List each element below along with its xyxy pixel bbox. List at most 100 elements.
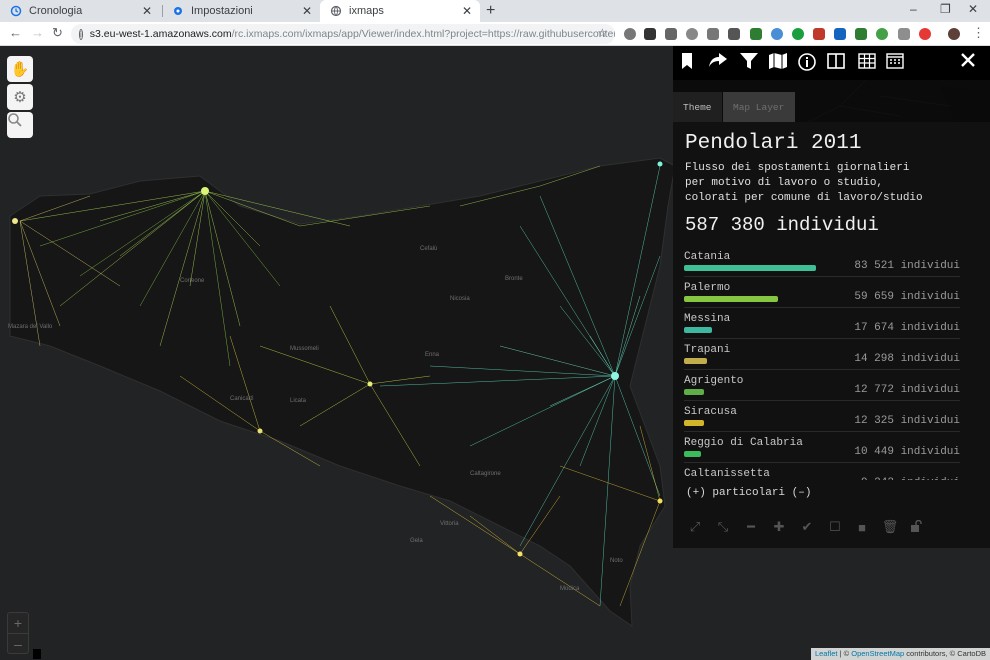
table-icon[interactable] — [858, 53, 878, 73]
hub-trapani — [12, 218, 18, 224]
menu-dots-icon[interactable]: ⋮ — [972, 25, 985, 41]
hub-caltanissetta — [367, 381, 373, 387]
pan-hand-button[interactable]: ✋ — [7, 56, 33, 82]
legend-item-value: 59 659 individui — [854, 291, 960, 303]
reload-icon[interactable]: ↻ — [52, 25, 63, 41]
settings-gear-button[interactable]: ⚙ — [7, 84, 33, 110]
zoom-out-button[interactable]: – — [8, 633, 28, 653]
zoom-in-button[interactable]: + — [8, 613, 28, 633]
hub-catania — [611, 372, 619, 380]
close-window-button[interactable]: ✕ — [968, 2, 978, 16]
extension-icon[interactable] — [686, 28, 698, 40]
extension-icon[interactable] — [813, 28, 825, 40]
filter-icon[interactable] — [740, 53, 760, 73]
legend-item-bar — [684, 420, 704, 426]
legend-item-bar — [684, 389, 704, 395]
map-label: Canicattì — [230, 396, 254, 402]
legend-item[interactable]: Catania 83 521 individui — [684, 246, 960, 277]
extension-icon[interactable] — [624, 28, 636, 40]
map-label: Vittoria — [440, 521, 459, 527]
bookmark-star-icon[interactable]: ☆ — [597, 26, 608, 40]
extension-icon[interactable] — [919, 28, 931, 40]
legend-item-value: 12 772 individui — [854, 384, 960, 396]
history-icon — [10, 5, 22, 17]
extension-icon[interactable] — [750, 28, 762, 40]
hub-agrigento — [257, 428, 263, 434]
legend-item[interactable]: Palermo 59 659 individui — [684, 277, 960, 308]
extension-icon[interactable] — [792, 28, 804, 40]
legend-item-value: 17 674 individui — [854, 322, 960, 334]
panel-bottom-tools: ⤢ ⤡ ━ ✚ ✔ ☐ ■ 🗑 — [673, 514, 990, 542]
legend-item[interactable]: Reggio di Calabria 10 449 individui — [684, 432, 960, 463]
bookmark-icon[interactable] — [681, 53, 701, 73]
legend-item[interactable]: Caltanissetta 9 242 individui — [684, 463, 960, 480]
collapse-icon[interactable]: ⤡ — [716, 519, 730, 534]
legend-item-bar — [684, 265, 816, 271]
map-label: Gela — [410, 538, 423, 544]
extension-icon[interactable] — [855, 28, 867, 40]
info-circle-icon[interactable] — [798, 53, 818, 73]
close-icon[interactable] — [961, 53, 981, 73]
calendar-icon[interactable] — [886, 53, 906, 73]
map-icon[interactable] — [769, 53, 789, 73]
extension-icon[interactable] — [876, 28, 888, 40]
restore-button[interactable]: ❐ — [940, 2, 951, 16]
tab-cronologia[interactable]: Cronologia ✕ — [0, 0, 160, 22]
url-bar[interactable]: i s3.eu-west-1.amazonaws.com/rc.ixmaps.c… — [71, 24, 615, 44]
map-label: Nicosia — [450, 296, 470, 302]
legend-item-name: Palermo — [684, 282, 731, 294]
search-icon — [8, 113, 22, 127]
hub-messina — [657, 161, 663, 167]
unlock-icon[interactable] — [910, 520, 924, 534]
plus-icon[interactable]: ✚ — [772, 519, 786, 534]
map-canvas[interactable]: Corleone Mazara del Vallo Licata Enna Ni… — [0, 46, 990, 660]
expand-icon[interactable]: ⤢ — [688, 519, 702, 534]
extension-icon[interactable] — [665, 28, 677, 40]
close-tab-icon[interactable]: ✕ — [142, 4, 152, 18]
share-arrow-icon[interactable] — [709, 53, 729, 73]
leaflet-link[interactable]: Leaflet — [815, 649, 838, 658]
legend-item[interactable]: Messina 17 674 individui — [684, 308, 960, 339]
hub-siracusa — [657, 498, 663, 504]
forward-arrow-icon[interactable]: → — [31, 25, 44, 40]
close-tab-icon[interactable]: ✕ — [462, 4, 472, 18]
extension-icon[interactable] — [898, 28, 910, 40]
tab-theme[interactable]: Theme — [673, 92, 722, 122]
camera-icon[interactable] — [707, 28, 719, 40]
split-view-icon[interactable] — [827, 53, 847, 73]
avatar[interactable] — [948, 28, 960, 40]
extension-icon[interactable] — [644, 28, 656, 40]
new-tab-button[interactable]: + — [486, 2, 495, 20]
map-attribution: Leaflet | © OpenStreetMap contributors, … — [810, 648, 990, 660]
info-icon[interactable]: i — [79, 28, 83, 40]
search-button[interactable] — [7, 112, 33, 138]
osm-link[interactable]: OpenStreetMap — [851, 649, 904, 658]
globe-icon — [330, 5, 342, 17]
legend-item-value: 14 298 individui — [854, 353, 960, 365]
tab-ixmaps[interactable]: ixmaps ✕ — [320, 0, 480, 22]
gear-icon — [172, 5, 184, 17]
minimize-button[interactable]: – — [910, 2, 917, 16]
legend-item-value: 9 242 individui — [861, 477, 960, 480]
theme-description: Flusso dei spostamenti giornalieri per m… — [685, 162, 923, 204]
legend-item-name: Trapani — [684, 344, 731, 356]
trash-icon[interactable]: 🗑 — [882, 519, 899, 534]
url-host: s3.eu-west-1.amazonaws.com — [89, 28, 232, 40]
close-tab-icon[interactable]: ✕ — [302, 4, 312, 18]
square-outline-icon[interactable]: ☐ — [828, 519, 842, 534]
tab-impostazioni[interactable]: Impostazioni ✕ — [162, 0, 320, 22]
theme-title: Pendolari 2011 — [685, 132, 862, 155]
tab-map-layer[interactable]: Map Layer — [723, 92, 795, 122]
legend-item[interactable]: Trapani 14 298 individui — [684, 339, 960, 370]
back-arrow-icon[interactable]: ← — [9, 25, 22, 40]
extension-icon[interactable] — [771, 28, 783, 40]
square-filled-icon[interactable]: ■ — [855, 520, 869, 535]
code-icon[interactable] — [728, 28, 740, 40]
details-toggle[interactable]: (+) particolari (–) — [686, 487, 811, 499]
legend-item[interactable]: Siracusa 12 325 individui — [684, 401, 960, 432]
legend-item[interactable]: Agrigento 12 772 individui — [684, 370, 960, 401]
panel-toolbar — [673, 46, 990, 80]
extension-icon[interactable] — [834, 28, 846, 40]
minus-icon[interactable]: ━ — [744, 519, 758, 534]
spellcheck-icon[interactable]: ✔ — [800, 519, 814, 534]
